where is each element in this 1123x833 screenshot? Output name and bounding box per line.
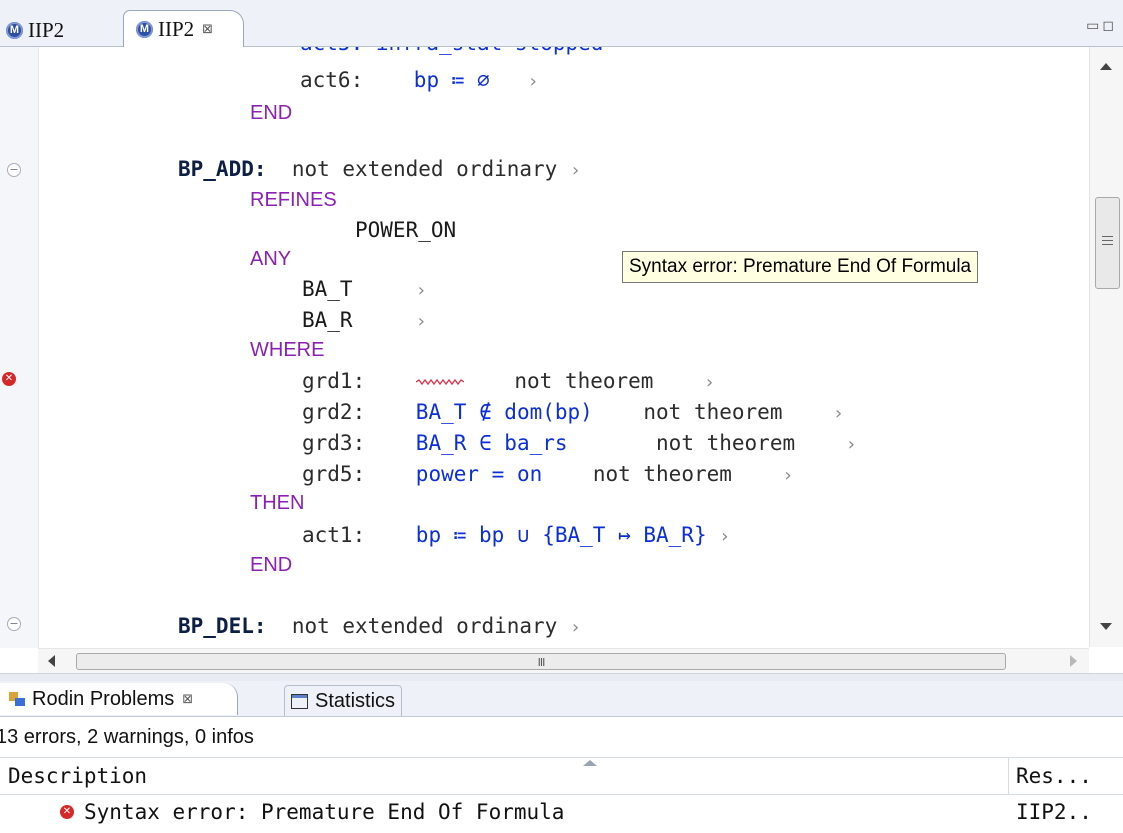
guard-attribute: not theorem bbox=[514, 369, 654, 393]
guard-line-grd5: grd5: power = on not theorem › bbox=[302, 458, 793, 490]
bottom-view-tabs: Rodin Problems ⊠ Statistics bbox=[0, 681, 1123, 717]
error-icon: ✕ bbox=[60, 805, 74, 819]
scroll-up-icon[interactable] bbox=[1100, 63, 1112, 70]
vertical-scroll-thumb[interactable] bbox=[1095, 197, 1120, 289]
close-icon[interactable]: ⊠ bbox=[182, 692, 193, 707]
problems-summary: 13 errors, 2 warnings, 0 infos bbox=[0, 717, 1123, 757]
minimize-maximize-icon[interactable]: ▭◻ bbox=[1086, 18, 1117, 34]
chevron-icon: › bbox=[845, 434, 857, 455]
chevron-icon: › bbox=[833, 403, 844, 424]
guard-attribute: not theorem bbox=[656, 431, 796, 455]
guard-line-grd3: grd3: BA_R ∈ ba_rs not theorem › bbox=[302, 427, 857, 459]
machine-icon: M bbox=[6, 21, 23, 39]
problems-table-header: Description Res... bbox=[0, 757, 1123, 795]
editor-gutter: − ✕ − bbox=[0, 47, 39, 648]
collapse-icon[interactable]: − bbox=[7, 163, 21, 177]
chevron-icon: › bbox=[719, 526, 731, 547]
collapse-icon[interactable]: − bbox=[7, 617, 21, 631]
guard-predicate[interactable]: power = on bbox=[416, 462, 542, 486]
horizontal-scroll-thumb[interactable]: III bbox=[76, 653, 1006, 670]
event-name[interactable]: BP_DEL: bbox=[178, 614, 267, 638]
guard-label: grd5: bbox=[302, 462, 366, 486]
guard-label: grd1: bbox=[302, 369, 366, 393]
end-keyword: END bbox=[250, 554, 293, 576]
event-header-bp-add: BP_ADD: not extended ordinary › bbox=[178, 153, 581, 185]
guard-line-grd2: grd2: BA_T ∉ dom(bp) not theorem › bbox=[302, 396, 844, 428]
tab-label: Rodin Problems bbox=[32, 687, 175, 710]
refined-event-name[interactable]: POWER_ON bbox=[355, 214, 456, 246]
machine-icon: M bbox=[136, 20, 153, 38]
action-line: act1: bp ≔ bp ∪ {BA_T ↦ BA_R} › bbox=[302, 519, 730, 551]
horizontal-scrollbar[interactable]: III bbox=[38, 648, 1089, 673]
column-divider[interactable] bbox=[1008, 758, 1009, 794]
tab-iip2-inactive[interactable]: M IIP2 bbox=[6, 14, 64, 46]
scroll-right-icon[interactable] bbox=[1070, 655, 1077, 667]
problem-description: Syntax error: Premature End Of Formula bbox=[84, 800, 565, 824]
event-attributes: not extended ordinary bbox=[291, 157, 558, 181]
clipped-code-line: act5: infra_stat stopped bbox=[300, 47, 603, 59]
tab-label: IIP2 bbox=[158, 16, 195, 41]
grip-line bbox=[1102, 240, 1113, 241]
column-header-description[interactable]: Description bbox=[8, 758, 1008, 794]
tab-statistics[interactable]: Statistics bbox=[284, 685, 403, 716]
chevron-icon: › bbox=[415, 280, 427, 301]
parameter-line: BA_T › bbox=[302, 273, 427, 305]
scroll-down-icon[interactable] bbox=[1100, 623, 1112, 630]
parameter-name[interactable]: BA_T bbox=[302, 277, 353, 301]
grip-line bbox=[1102, 244, 1113, 245]
chevron-icon: › bbox=[415, 311, 427, 332]
action-line: act6: bp ≔ ∅ › bbox=[300, 64, 538, 96]
statistics-icon bbox=[291, 693, 308, 709]
action-expression[interactable]: bp ≔ bp ∪ {BA_T ↦ BA_R} bbox=[416, 523, 707, 547]
table-row[interactable]: ✕ Syntax error: Premature End Of Formula… bbox=[0, 794, 1123, 830]
action-label: act1: bbox=[302, 523, 366, 547]
any-keyword: ANY bbox=[250, 248, 292, 270]
end-keyword: END bbox=[250, 102, 293, 124]
where-keyword: WHERE bbox=[250, 339, 325, 361]
tab-iip2-active[interactable]: M IIP2 ⊠ bbox=[123, 10, 245, 47]
close-icon[interactable]: ⊠ bbox=[202, 22, 213, 37]
guard-label: grd3: bbox=[302, 431, 366, 455]
action-expression[interactable]: bp ≔ ∅ bbox=[414, 68, 490, 92]
guard-attribute: not theorem bbox=[592, 462, 732, 486]
then-keyword: THEN bbox=[250, 492, 305, 514]
chevron-icon: › bbox=[527, 71, 539, 92]
grip-line bbox=[1102, 236, 1113, 237]
tab-label: Statistics bbox=[315, 689, 396, 712]
event-attributes: not extended ordinary bbox=[291, 614, 558, 638]
tab-label: IIP2 bbox=[28, 17, 65, 42]
guard-label: grd2: bbox=[302, 400, 366, 424]
column-header-resource[interactable]: Res... bbox=[1016, 758, 1092, 794]
guard-line-grd1: grd1: not theorem › bbox=[302, 365, 715, 397]
editor-tab-bar: M IIP2 M IIP2 ⊠ ▭◻ bbox=[0, 0, 1123, 47]
scroll-grip: III bbox=[537, 656, 546, 669]
summary-text: 13 errors, 2 warnings, 0 infos bbox=[0, 726, 254, 748]
guard-attribute: not theorem bbox=[643, 400, 783, 424]
tab-rodin-problems[interactable]: Rodin Problems ⊠ bbox=[0, 683, 239, 715]
parameter-name[interactable]: BA_R bbox=[302, 308, 353, 332]
parameter-line: BA_R › bbox=[302, 304, 427, 336]
guard-predicate[interactable]: BA_R ∈ ba_rs bbox=[416, 431, 568, 455]
scroll-left-icon[interactable] bbox=[48, 655, 55, 667]
vertical-scrollbar[interactable] bbox=[1089, 47, 1123, 647]
chevron-icon: › bbox=[569, 160, 581, 181]
error-tooltip: Syntax error: Premature End Of Formula bbox=[622, 251, 979, 283]
guard-predicate[interactable]: BA_T ∉ dom(bp) bbox=[416, 400, 593, 424]
problems-icon bbox=[8, 690, 26, 708]
event-b-editor[interactable]: − ✕ − act5: infra_stat stopped act6: bp … bbox=[0, 47, 1123, 648]
error-squiggle-icon[interactable] bbox=[415, 378, 464, 386]
chevron-icon: › bbox=[569, 617, 581, 638]
event-name[interactable]: BP_ADD: bbox=[178, 157, 267, 181]
problem-resource: IIP2.. bbox=[1016, 800, 1092, 824]
chevron-icon: › bbox=[704, 372, 715, 393]
refines-keyword: REFINES bbox=[250, 189, 337, 211]
event-header-bp-del: BP_DEL: not extended ordinary › bbox=[178, 610, 581, 642]
chevron-icon: › bbox=[782, 465, 794, 486]
error-marker-icon: ✕ bbox=[2, 372, 16, 386]
action-label: act6: bbox=[300, 68, 364, 92]
